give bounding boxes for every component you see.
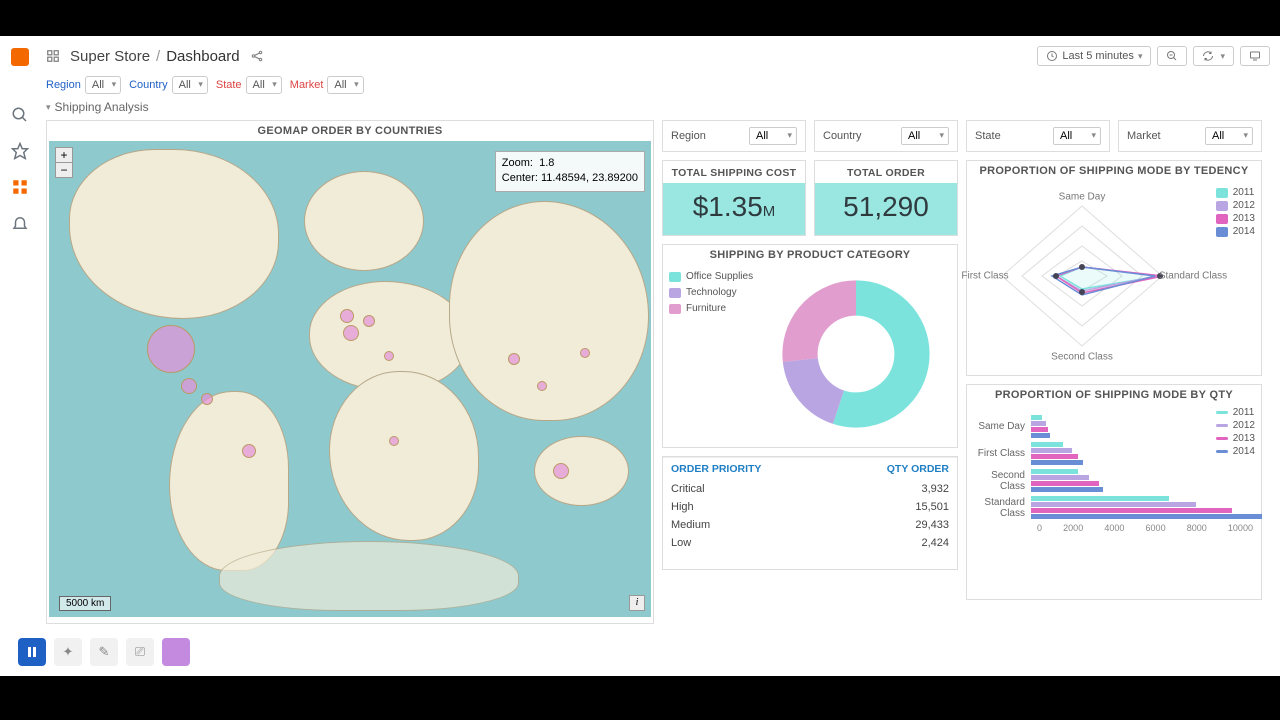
panel-filter-market: Market All [1118, 120, 1262, 152]
search-icon[interactable] [11, 106, 29, 124]
panel-title-geomap: GEOMAP ORDER BY COUNTRIES [47, 121, 653, 141]
refresh-icon [1202, 50, 1214, 62]
time-picker-label: Last 5 minutes [1062, 50, 1134, 62]
panel-filter-state: State All [966, 120, 1110, 152]
bar-group: Second Class [967, 469, 1257, 492]
legend-item[interactable]: Office Supplies [669, 271, 755, 282]
tool-button-2[interactable]: ✎ [90, 638, 118, 666]
zoom-out-icon [1166, 50, 1178, 62]
share-icon[interactable] [250, 49, 264, 63]
filter-label-market: Market [290, 79, 324, 91]
variable-bar: RegionAll CountryAll StateAll MarketAll [46, 76, 1270, 94]
stat-title: TOTAL ORDER [815, 161, 957, 183]
donut-chart[interactable] [755, 265, 957, 443]
filter-select-market[interactable]: All [327, 76, 363, 94]
time-picker[interactable]: Last 5 minutes ▾ [1037, 46, 1151, 66]
monitor-icon [1249, 50, 1261, 62]
breadcrumb-page[interactable]: Dashboard [166, 48, 239, 65]
stat-title: TOTAL SHIPPING COST [663, 161, 805, 183]
panel-filter-country-select[interactable]: All [901, 127, 949, 145]
breadcrumb[interactable]: Super Store / Dashboard [70, 48, 240, 65]
map-canvas[interactable]: + − Zoom: 1.8 Center: 11.48594, 23.89200… [49, 141, 651, 617]
panel-filter-state-select[interactable]: All [1053, 127, 1101, 145]
filter-select-state[interactable]: All [246, 76, 282, 94]
legend-item[interactable]: Technology [669, 287, 755, 298]
map-zoom-controls: + − [55, 147, 73, 178]
radar-panel: PROPORTION OF SHIPPING MODE BY TEDENCY 2… [966, 160, 1262, 376]
apps-icon[interactable] [46, 49, 60, 63]
legend-item[interactable]: 2014 [1216, 226, 1255, 237]
pause-button[interactable] [18, 638, 46, 666]
tool-button-3[interactable]: ⎚ [126, 638, 154, 666]
bell-icon[interactable] [11, 214, 29, 232]
donut-panel: SHIPPING BY PRODUCT CATEGORY Office Supp… [662, 244, 958, 448]
hbar-legend: 2011 2012 2013 2014 [1216, 407, 1255, 459]
table-row[interactable]: Low2,424 [663, 534, 957, 552]
clock-icon [1046, 50, 1058, 62]
zoom-out-button[interactable] [1157, 46, 1187, 66]
geomap-panel: GEOMAP ORDER BY COUNTRIES [46, 120, 654, 624]
donut-legend: Office Supplies Technology Furniture [663, 265, 755, 443]
zoom-out-button[interactable]: − [56, 163, 72, 177]
zoom-in-button[interactable]: + [56, 148, 72, 163]
legend-item[interactable]: 2014 [1216, 446, 1255, 457]
table-header[interactable]: QTY ORDER [832, 458, 957, 481]
row-title[interactable]: Shipping Analysis [46, 100, 1270, 114]
table-row[interactable]: Medium29,433 [663, 516, 957, 534]
left-sidebar [0, 36, 40, 676]
filter-select-region[interactable]: All [85, 76, 121, 94]
bar-group: Standard Class [967, 496, 1257, 519]
order-priority-panel: ORDER PRIORITYQTY ORDER Critical3,932 Hi… [662, 456, 958, 570]
breadcrumb-folder[interactable]: Super Store [70, 48, 150, 65]
filter-label-country: Country [129, 79, 168, 91]
tv-mode-button[interactable] [1240, 46, 1270, 66]
panel-filter-region: Region All [662, 120, 806, 152]
hbar-panel: PROPORTION OF SHIPPING MODE BY QTY 2011 … [966, 384, 1262, 600]
map-attribution-button[interactable]: i [629, 595, 645, 611]
refresh-button[interactable]: ▾ [1193, 46, 1234, 66]
table-row[interactable]: Critical3,932 [663, 480, 957, 498]
filter-label-state: State [216, 79, 242, 91]
radar-chart[interactable]: 2011 2012 2013 2014 [967, 181, 1261, 371]
hbar-chart[interactable]: 2011 2012 2013 2014 Same Day First Class S… [967, 405, 1261, 595]
map-info-overlay: Zoom: 1.8 Center: 11.48594, 23.89200 [495, 151, 645, 192]
panel-filter-country: Country All [814, 120, 958, 152]
legend-item[interactable]: 2012 [1216, 200, 1255, 211]
legend-item[interactable]: Furniture [669, 303, 755, 314]
legend-item[interactable]: 2012 [1216, 420, 1255, 431]
panel-filter-region-select[interactable]: All [749, 127, 797, 145]
stat-total-order: TOTAL ORDER 51,290 [814, 160, 958, 236]
panel-title-radar: PROPORTION OF SHIPPING MODE BY TEDENCY [967, 161, 1261, 181]
tool-color-button[interactable] [162, 638, 190, 666]
map-scalebar: 5000 km [59, 596, 111, 611]
table-row[interactable]: High15,501 [663, 498, 957, 516]
grafana-logo-icon[interactable] [11, 48, 29, 66]
table-header[interactable]: ORDER PRIORITY [663, 458, 832, 481]
filter-select-country[interactable]: All [172, 76, 208, 94]
panel-title-donut: SHIPPING BY PRODUCT CATEGORY [663, 245, 957, 265]
legend-item[interactable]: 2013 [1216, 213, 1255, 224]
stat-total-shipping-cost: TOTAL SHIPPING COST $1.35M [662, 160, 806, 236]
tool-button-1[interactable]: ✦ [54, 638, 82, 666]
radar-legend: 2011 2012 2013 2014 [1216, 187, 1255, 239]
star-icon[interactable] [11, 142, 29, 160]
panel-filter-market-select[interactable]: All [1205, 127, 1253, 145]
bar-group: Same Day [967, 415, 1257, 438]
panel-title-hbar: PROPORTION OF SHIPPING MODE BY QTY [967, 385, 1261, 405]
filter-label-region: Region [46, 79, 81, 91]
recorder-toolbar: ✦ ✎ ⎚ [8, 628, 200, 676]
dashboards-icon[interactable] [11, 178, 29, 196]
legend-item[interactable]: 2011 [1216, 407, 1255, 418]
bar-group: First Class [967, 442, 1257, 465]
legend-item[interactable]: 2013 [1216, 433, 1255, 444]
legend-item[interactable]: 2011 [1216, 187, 1255, 198]
